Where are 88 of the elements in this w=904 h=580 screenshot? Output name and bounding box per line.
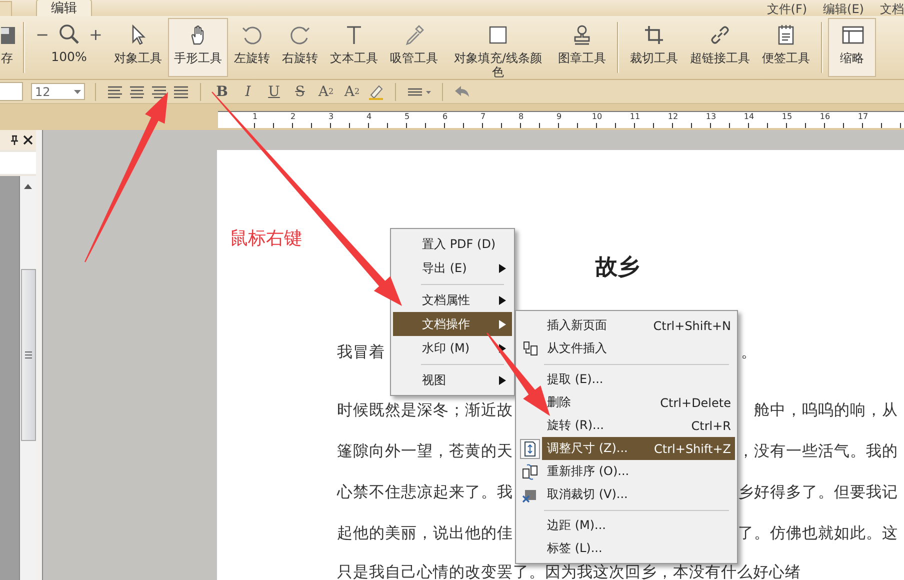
menu-item[interactable]: 调整尺寸 (Z)... Ctrl+Shift+Z <box>542 437 735 460</box>
menu-item[interactable]: 重新排序 (O)... <box>542 460 735 483</box>
ruler-number: 16 <box>818 112 832 123</box>
menu-item[interactable]: 从文件插入 <box>542 337 735 360</box>
caret-icon <box>74 90 81 94</box>
document-title: 故乡 <box>596 254 640 282</box>
scroll-thumb[interactable] <box>20 269 36 441</box>
body-text: 篷隙向外一望，苍黄的天 <box>337 441 513 461</box>
close-icon[interactable] <box>23 135 33 145</box>
ruler-number: 8 <box>517 112 525 123</box>
crop-icon <box>642 23 666 47</box>
toolbar-button[interactable]: 存 <box>0 18 18 77</box>
font-field[interactable] <box>0 82 23 101</box>
toolbar-button[interactable]: 右旋转 <box>276 18 324 77</box>
ruler-number: 4 <box>365 112 373 123</box>
menu-item[interactable]: 文档属性 <box>393 288 512 312</box>
body-text: 心禁不住悲凉起来了。我 <box>337 482 513 502</box>
ribbon-tab[interactable]: 编辑 <box>36 0 92 16</box>
ruler-number: 11 <box>628 112 642 123</box>
body-text: 起他的美丽，说出他的佳 <box>337 523 513 543</box>
magnifier-icon[interactable] <box>57 22 81 46</box>
toolbar-button[interactable]: 图章工具 <box>552 18 612 77</box>
ruler-number: 6 <box>441 112 449 123</box>
ruler-number: 10 <box>590 112 604 123</box>
scrollbar[interactable] <box>19 176 36 580</box>
menu-item[interactable]: 边距 (M)... <box>542 514 735 537</box>
ruler-number: 7 <box>479 112 487 123</box>
toolbar-button[interactable]: 超链接工具 <box>684 18 756 77</box>
zoom-in-button[interactable]: + <box>89 24 102 44</box>
menu-item[interactable]: 文档操作 <box>393 312 512 336</box>
menu-item[interactable]: 插入新页面 Ctrl+Shift+N <box>542 314 735 337</box>
menu-item[interactable]: 文档 <box>880 3 904 15</box>
menu-item[interactable]: 置入 PDF (D) <box>393 232 512 256</box>
format-button[interactable]: B <box>211 82 233 102</box>
highlighter-icon[interactable] <box>367 82 385 100</box>
menu-item[interactable]: 取消裁切 (V)... <box>542 483 735 506</box>
toolbar-button[interactable]: 吸管工具 <box>384 18 444 77</box>
body-text: 了。仿佛也就如此。这 <box>738 523 898 543</box>
menu-item[interactable]: 文件(F) <box>766 3 808 15</box>
menu-item[interactable]: 编辑(E) <box>823 3 864 15</box>
ruler-number: 12 <box>666 112 680 123</box>
zoom-level: 100% <box>51 50 87 64</box>
shortcut-text: Ctrl+Shift+N <box>653 318 731 332</box>
menu-item[interactable]: 标签 (L)... <box>542 537 735 560</box>
menu-item[interactable]: 旋转 (R)... Ctrl+R <box>542 414 735 437</box>
zoom-out-button[interactable]: − <box>36 24 49 44</box>
shortcut-text: Ctrl+R <box>691 418 731 432</box>
format-button[interactable]: S <box>289 82 311 102</box>
menu-item[interactable]: 删除 Ctrl+Delete <box>542 391 735 414</box>
toolbar-button[interactable]: 手形工具 <box>168 18 228 77</box>
ruler-number: 9 <box>555 112 563 123</box>
format-button[interactable]: A$^{2}$ <box>315 82 337 102</box>
panel-field[interactable] <box>0 152 36 174</box>
font-size-dropdown[interactable]: 12 <box>31 83 85 100</box>
format-button[interactable]: U <box>263 82 285 102</box>
format-button[interactable]: I <box>237 82 259 102</box>
toolbar-button[interactable]: 便签工具 <box>756 18 816 77</box>
toolbar-button[interactable]: 缩略 <box>828 18 876 77</box>
toolbar-button[interactable]: 对象工具 <box>108 18 168 77</box>
ruler-number: 2 <box>289 112 297 123</box>
body-text: 舱中，呜呜的响，从 <box>754 400 898 420</box>
ruler-number: 3 <box>327 112 335 123</box>
ruler-number: 1 <box>251 112 259 123</box>
toolbar-button[interactable]: 文本工具 <box>324 18 384 77</box>
scroll-up-icon[interactable] <box>24 184 32 189</box>
ruler-number: 5 <box>403 112 411 123</box>
toolbar-button[interactable]: 左旋转 <box>228 18 276 77</box>
ruler-number: 17 <box>856 112 870 123</box>
body-text: 乡好得多了。但要我记 <box>738 482 898 502</box>
ruler-number: 13 <box>704 112 718 123</box>
ruler-number: 14 <box>742 112 756 123</box>
body-text: 。 <box>741 342 757 362</box>
save-icon <box>1 27 15 44</box>
link-icon <box>708 23 732 47</box>
shortcut-text: Ctrl+Shift+Z <box>654 442 731 456</box>
menu-item[interactable]: 视图 <box>393 368 512 392</box>
body-text: 只是我自己心情的改变罢了。因为我这次回乡，本没有什么好心绪 <box>337 564 801 580</box>
menu-item[interactable]: 导出 (E) <box>393 256 512 280</box>
toolbar-button[interactable]: 对象填充/线条颜色 <box>444 18 552 77</box>
body-text: 时候既然是深冬；渐近故 <box>337 400 513 420</box>
body-text: 我冒着 <box>337 342 385 362</box>
ruler-number: 15 <box>780 112 794 123</box>
shortcut-text: Ctrl+Delete <box>660 396 731 410</box>
annotation-text: 鼠标右键 <box>230 227 302 250</box>
menu-item[interactable]: 提取 (E)... <box>542 368 735 391</box>
body-text: ，没有一些活气。我的 <box>738 441 898 461</box>
pin-icon[interactable] <box>10 135 19 145</box>
toolbar-button[interactable]: 裁切工具 <box>624 18 684 77</box>
